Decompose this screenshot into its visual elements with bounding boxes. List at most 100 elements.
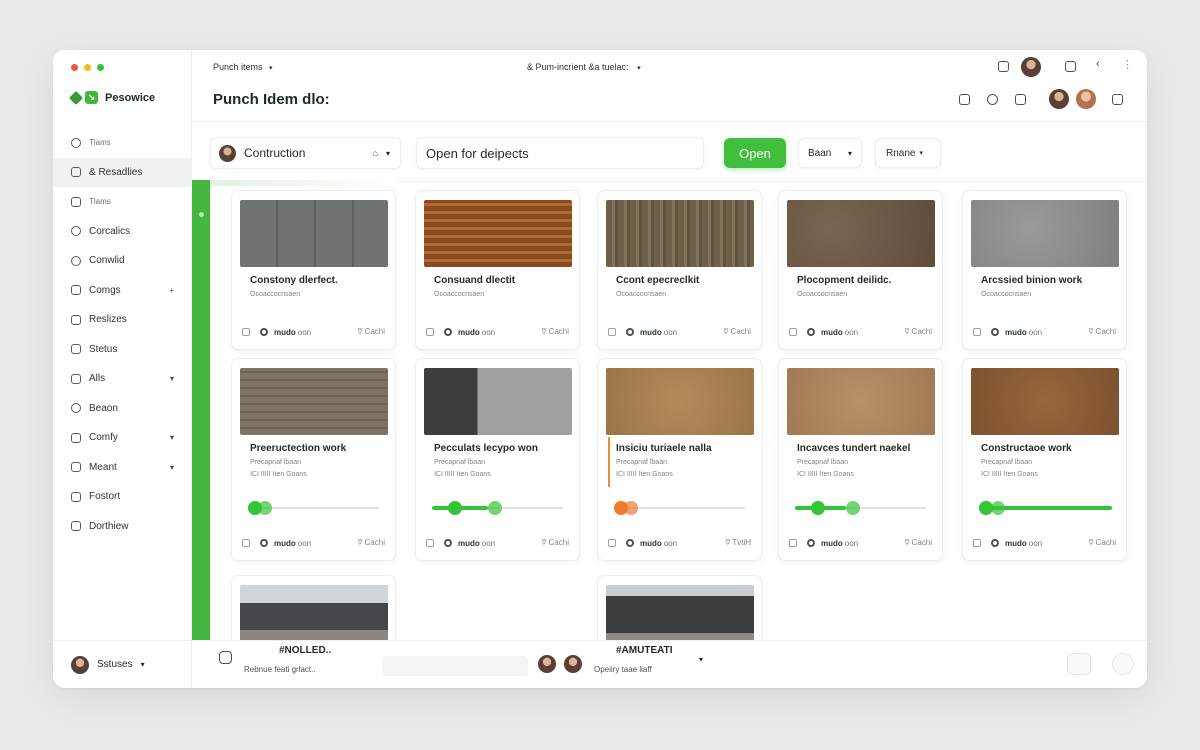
progress-handle[interactable] [845, 501, 860, 515]
center-breadcrumb[interactable]: & Pum-incrient &a tuelac: ▾ [527, 62, 641, 72]
sidebar-item[interactable]: Meant ▾ [53, 453, 192, 483]
punch-item-progress[interactable] [248, 501, 379, 515]
sidebar-item[interactable]: Conwlid [53, 246, 192, 276]
punch-item-card[interactable]: Plocopment deilidc. Ocoaccocnsaen mudo oon ⩢… [778, 190, 943, 350]
progress-handle[interactable] [811, 501, 825, 515]
status-select[interactable]: Baan ▾ [798, 138, 862, 168]
more-icon[interactable]: ⋮ [1122, 58, 1133, 71]
maximize-window-button[interactable] [97, 64, 104, 71]
open-filter-button[interactable]: Open [724, 138, 786, 168]
export-icon[interactable] [1112, 94, 1123, 105]
sidebar-item[interactable]: Alls ▾ [53, 364, 192, 394]
punch-item-action[interactable]: ⩢ Cachi [904, 538, 932, 548]
select-checkbox[interactable] [242, 328, 250, 336]
bottom-avatar[interactable] [564, 655, 582, 673]
bottom-search-field[interactable] [382, 656, 528, 676]
comment-icon[interactable] [219, 651, 232, 664]
sidebar-item[interactable]: Corcalics [53, 217, 192, 247]
copy-icon[interactable] [998, 61, 1009, 72]
progress-handle[interactable] [624, 501, 638, 515]
chevron-down-icon[interactable]: ▾ [170, 433, 174, 442]
expand-plus-icon[interactable]: + [169, 286, 174, 295]
tag-icon[interactable] [1015, 94, 1026, 105]
chevron-left-icon[interactable]: ‹ [1096, 58, 1100, 70]
select-checkbox[interactable] [242, 539, 250, 547]
sidebar-item[interactable]: Tlams [53, 128, 192, 158]
sidebar-item[interactable]: Comgs + [53, 276, 192, 306]
select-checkbox[interactable] [973, 539, 981, 547]
punch-item-footer: mudo oon ⩢ Cachi [973, 537, 1116, 549]
punch-item-progress[interactable] [795, 501, 926, 515]
punch-item-action[interactable]: ⩢ Cachi [1088, 538, 1116, 548]
select-checkbox[interactable] [426, 539, 434, 547]
chevron-down-icon[interactable]: ▾ [699, 655, 703, 664]
assignee-icon [260, 328, 268, 336]
punch-item-action[interactable]: ⩢ Cachi [541, 327, 569, 337]
panel-icon[interactable] [1065, 61, 1076, 72]
user-avatar[interactable] [71, 655, 89, 674]
select-checkbox[interactable] [789, 328, 797, 336]
chevron-down-icon[interactable]: ▾ [170, 374, 174, 383]
image-icon[interactable] [959, 94, 970, 105]
collaborator-avatar[interactable] [1076, 89, 1096, 109]
sidebar-item-label: Comfy [89, 432, 118, 444]
grid-icon [71, 285, 81, 296]
minimize-window-button[interactable] [84, 64, 91, 71]
punch-item-progress[interactable] [614, 501, 745, 515]
expand-button[interactable] [1067, 653, 1091, 675]
assignee-icon [807, 539, 815, 547]
sort-select[interactable]: Rnane ▾ [875, 138, 941, 168]
sidebar-item[interactable]: & Resadlies [53, 157, 192, 187]
sidebar-item[interactable]: Tlams [53, 187, 192, 217]
breadcrumb[interactable]: Punch items ▾ [213, 62, 273, 72]
note-icon [71, 462, 81, 473]
bottom-avatar[interactable] [538, 655, 556, 673]
progress-handle[interactable] [991, 501, 1005, 515]
select-checkbox[interactable] [426, 328, 434, 336]
punch-item-card[interactable]: Constony dlerfect. Ocoaccocnsaen mudo oon ⩢ … [231, 190, 396, 350]
sidebar-item[interactable]: Dorthiew [53, 512, 192, 542]
punch-item-action[interactable]: ⩢ Cachi [723, 327, 751, 337]
punch-item-card[interactable]: Ccont epecreclkit Ocoaccocnsaen mudo oon ⩢ C… [597, 190, 762, 350]
project-select[interactable]: Contruction ⌂ ▾ [210, 137, 401, 169]
select-checkbox[interactable] [973, 328, 981, 336]
search-input[interactable]: Open for deipects [416, 137, 704, 169]
punch-item-progress[interactable] [979, 501, 1112, 515]
punch-item-card[interactable]: Incavces tundert naekel Precapnaf lbaan IC… [778, 358, 943, 561]
punch-item-progress[interactable] [432, 501, 563, 515]
bottom-center-subtitle: Opeiiry taae liaff [594, 665, 652, 674]
chevron-down-icon[interactable]: ▾ [170, 463, 174, 472]
list-icon [71, 196, 81, 207]
punch-item-action[interactable]: ⩢ TvtiH [725, 538, 751, 548]
punch-item-card[interactable]: Pecculats lecypo won Precapnaf lbaan ICI I… [415, 358, 580, 561]
sidebar-item[interactable]: Fostort [53, 482, 192, 512]
assignee-name: mudo [821, 538, 843, 548]
close-window-button[interactable] [71, 64, 78, 71]
punch-item-action[interactable]: ⩢ Cachi [357, 327, 385, 337]
top-user-avatar[interactable] [1021, 57, 1041, 77]
punch-item-card[interactable]: Consuand dlectit Ocoaccocnsaen mudo oon ⩢ Ca… [415, 190, 580, 350]
select-checkbox[interactable] [608, 539, 616, 547]
punch-item-action[interactable]: ⩢ Cachi [541, 538, 569, 548]
sidebar-item[interactable]: Reslizes [53, 305, 192, 335]
select-checkbox[interactable] [608, 328, 616, 336]
punch-item-action[interactable]: ⩢ Cachi [1088, 327, 1116, 337]
punch-item-card[interactable]: Arcssied binion work Ocoaccocnsaen mudo oon… [962, 190, 1127, 350]
sidebar-item[interactable]: Stetus [53, 335, 192, 365]
punch-item-action[interactable]: ⩢ Cachi [357, 538, 385, 548]
punch-item-action[interactable]: ⩢ Cachi [904, 327, 932, 337]
image-button[interactable] [1112, 653, 1134, 675]
sidebar-footer[interactable]: Sstuses ▾ [53, 640, 192, 688]
progress-handle[interactable] [487, 501, 502, 515]
punch-item-card[interactable]: Preeructection work Precapnaf lbaan ICI II… [231, 358, 396, 561]
face-icon[interactable] [987, 94, 998, 105]
progress-handle[interactable] [258, 501, 272, 515]
progress-handle[interactable] [448, 501, 462, 515]
punch-item-card[interactable]: Insiciu turiaele nalla Precapnaf lbaan ICI… [597, 358, 762, 561]
brand[interactable]: ↘ Pesowice [68, 90, 155, 105]
collaborator-avatar[interactable] [1049, 89, 1069, 109]
sidebar-item[interactable]: Beaon [53, 394, 192, 424]
select-checkbox[interactable] [789, 539, 797, 547]
sidebar-item[interactable]: Comfy ▾ [53, 423, 192, 453]
punch-item-card[interactable]: Constructaoe work Precapnaf lbaan ICI IIII… [962, 358, 1127, 561]
